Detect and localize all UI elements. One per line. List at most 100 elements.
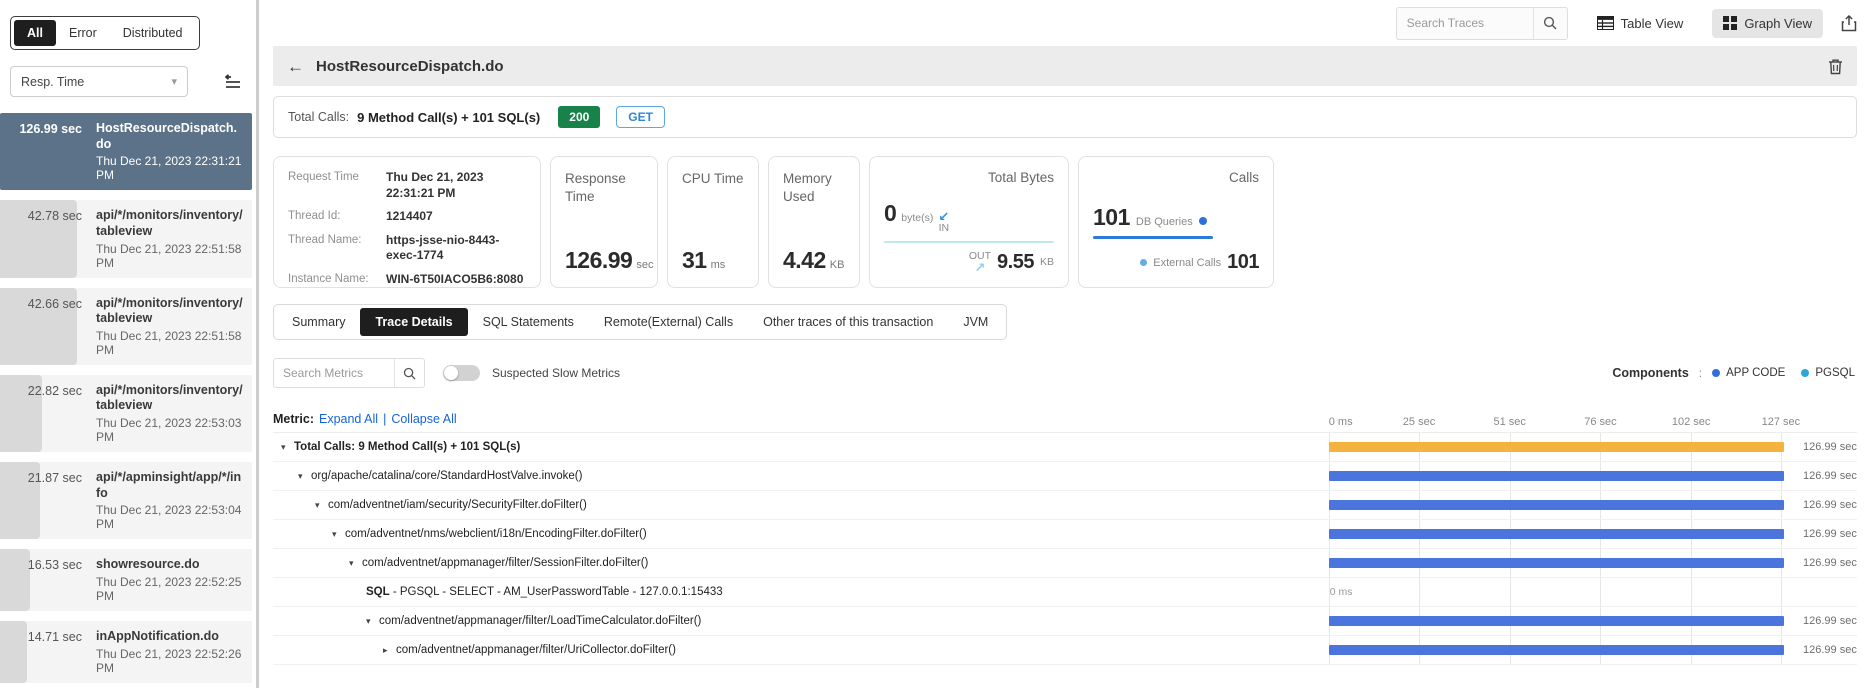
request-info-card: Request Time Thu Dec 21, 2023 22:31:21 PM…	[273, 156, 541, 288]
timeline-cell	[1325, 520, 1795, 548]
tab-remote-external-calls[interactable]: Remote(External) Calls	[589, 308, 748, 336]
trace-list-item[interactable]: 21.87 sec api/*/apminsight/app/*/info Thu …	[0, 462, 252, 540]
metric-tree: ▾ Total Calls: 9 Method Call(s) + 101 SQL…	[273, 432, 1857, 665]
duration-timeline-bar[interactable]	[1328, 529, 1784, 539]
collapse-all-link[interactable]: Collapse All	[391, 412, 456, 426]
trace-filter-tabs: All Error Distributed	[10, 16, 200, 50]
table-view-label: Table View	[1620, 15, 1684, 31]
metric-tree-row[interactable]: ▾ com/adventnet/nms/webclient/i18n/Encodi…	[273, 520, 1857, 549]
expand-node-icon[interactable]: ▸	[383, 645, 396, 656]
metric-tree-row[interactable]: ▾ com/adventnet/iam/security/SecurityFilt…	[273, 491, 1857, 520]
metric-tree-row[interactable]: ▾ com/adventnet/appmanager/filter/LoadTim…	[273, 607, 1857, 636]
trace-list-item[interactable]: 22.82 sec api/*/monitors/inventory/tablev…	[0, 374, 252, 452]
table-view-button[interactable]: Table View	[1586, 9, 1695, 38]
trace-list-item[interactable]: 42.78 sec api/*/monitors/inventory/tablev…	[0, 200, 252, 278]
axis-tick-label: 51 sec	[1493, 416, 1526, 428]
info-row-value: https-jsse-nio-8443-exec-1774	[386, 232, 500, 263]
legend-item-pgsql: PGSQL	[1801, 367, 1855, 379]
trace-list-item[interactable]: 16.53 sec showresource.do Thu Dec 21, 2023…	[0, 549, 252, 611]
http-method-badge: GET	[616, 106, 665, 128]
slow-metrics-toggle[interactable]	[443, 365, 480, 381]
tab-other-traces-of-this-transaction[interactable]: Other traces of this transaction	[748, 308, 948, 336]
trace-list-item[interactable]: 14.71 sec inAppNotification.do Thu Dec 21,…	[0, 620, 252, 683]
metric-tree-row[interactable]: ▾ Total Calls: 9 Method Call(s) + 101 SQL…	[273, 433, 1857, 462]
duration-timeline-bar[interactable]	[1328, 500, 1784, 510]
inline-duration-value: 0 ms	[1329, 586, 1353, 598]
tab-jvm[interactable]: JVM	[948, 308, 1003, 336]
collapse-node-icon[interactable]: ▾	[332, 529, 345, 540]
tab-summary[interactable]: Summary	[277, 308, 360, 336]
total-calls-bar: Total Calls: 9 Method Call(s) + 101 SQL(…	[273, 96, 1857, 138]
search-metrics-box	[273, 358, 425, 388]
collapse-node-icon[interactable]: ▾	[281, 442, 294, 453]
trace-name: inAppNotification.do	[96, 628, 219, 643]
collapse-node-icon[interactable]: ▾	[349, 558, 362, 569]
row-duration-value: 126.99 sec	[1803, 441, 1857, 453]
legend-label: APP CODE	[1726, 367, 1786, 379]
legend-dot-icon	[1801, 369, 1810, 377]
total-bytes-title: Total Bytes	[987, 170, 1054, 185]
share-icon[interactable]	[1841, 14, 1857, 32]
bytes-divider	[884, 240, 1054, 243]
db-queries-label: DB Queries	[1135, 216, 1193, 228]
duration-timeline-bar[interactable]	[1328, 616, 1784, 626]
graph-view-label: Graph View	[1744, 15, 1812, 31]
tab-sql-statements[interactable]: SQL Statements	[468, 308, 589, 336]
stat-card-unit: KB	[829, 259, 845, 271]
trace-filter-tab-error[interactable]: Error	[56, 20, 110, 46]
metric-tree-row[interactable]: ▾ com/adventnet/appmanager/filter/Session…	[273, 549, 1857, 578]
info-row-label: Instance Name:	[288, 272, 369, 285]
components-colon: :	[1698, 366, 1703, 380]
trace-filter-tab-all[interactable]: All	[14, 20, 56, 46]
total-bytes-card: Total Bytes 0 byte(s) ↙ IN OUT ↗ 9.55 KB	[869, 156, 1069, 288]
trace-duration: 21.87 sec	[27, 471, 82, 485]
metric-name: SQL - PGSQL - SELECT - AM_UserPasswordTa…	[366, 586, 723, 598]
duration-timeline-bar[interactable]	[1328, 442, 1784, 452]
delete-trace-icon[interactable]	[1828, 58, 1843, 75]
sort-select[interactable]: Resp. Time ▾	[10, 66, 188, 97]
topbar: Table View Graph View	[273, 0, 1857, 46]
collapse-node-icon[interactable]: ▾	[315, 500, 328, 511]
trace-timestamp: Thu Dec 21, 2023 22:52:25 PM	[96, 574, 242, 603]
calls-card: Calls 101 DB Queries External Calls 101	[1078, 156, 1274, 288]
components-label: Components	[1612, 366, 1689, 380]
back-arrow-icon[interactable]: ←	[287, 58, 304, 75]
graph-view-button[interactable]: Graph View	[1712, 8, 1823, 38]
timeline-cell	[1325, 433, 1795, 461]
trace-list-item[interactable]: 126.99 sec HostResourceDispatch.do Thu Dec…	[0, 113, 252, 191]
trace-filter-tab-distributed[interactable]: Distributed	[110, 20, 196, 46]
metric-cards-row: Request Time Thu Dec 21, 2023 22:31:21 PM…	[273, 156, 1857, 288]
search-traces-input[interactable]	[1396, 16, 1533, 30]
metric-tree-row[interactable]: ▸ com/adventnet/appmanager/filter/UriColl…	[273, 636, 1857, 665]
outbound-arrow-icon: ↗	[974, 260, 986, 275]
stat-card-title: CPU Time	[682, 171, 744, 186]
trace-duration: 42.78 sec	[27, 209, 82, 224]
metric-tree-row[interactable]: SQL - PGSQL - SELECT - AM_UserPasswordTa…	[273, 578, 1857, 607]
row-duration-value: 126.99 sec	[1803, 557, 1857, 569]
db-queries-value: 101	[1093, 204, 1130, 230]
links-divider: |	[383, 412, 387, 426]
collapse-filter-icon[interactable]	[224, 73, 246, 90]
trace-duration: 42.66 sec	[27, 296, 82, 311]
trace-title-bar: ← HostResourceDispatch.do	[273, 46, 1857, 86]
duration-timeline-bar[interactable]	[1328, 558, 1784, 568]
search-icon[interactable]	[1532, 7, 1567, 39]
trace-list-item[interactable]: 42.66 sec api/*/monitors/inventory/tablev…	[0, 287, 252, 365]
trace-duration: 16.53 sec	[27, 558, 82, 573]
slow-metrics-label: Suspected Slow Metrics	[492, 366, 621, 380]
collapse-node-icon[interactable]: ▾	[298, 471, 311, 482]
timeline-cell	[1325, 607, 1795, 635]
metrics-search-icon[interactable]	[394, 359, 424, 387]
duration-timeline-bar[interactable]	[1328, 471, 1784, 481]
metric-tree-row[interactable]: ▾ org/apache/catalina/core/StandardHostVa…	[273, 462, 1857, 491]
row-duration-value: 126.99 sec	[1803, 470, 1857, 482]
axis-tick-label: 127 sec	[1761, 416, 1801, 428]
search-metrics-input[interactable]	[274, 366, 394, 380]
collapse-node-icon[interactable]: ▾	[366, 616, 379, 627]
page-title: HostResourceDispatch.do	[316, 57, 504, 75]
db-queries-dot-icon	[1198, 217, 1207, 225]
tab-trace-details[interactable]: Trace Details	[360, 308, 468, 336]
detail-tabs: Summary Trace Details SQL Statements Remote…	[273, 304, 1008, 340]
expand-all-link[interactable]: Expand All	[319, 412, 378, 426]
duration-timeline-bar[interactable]	[1328, 645, 1784, 655]
